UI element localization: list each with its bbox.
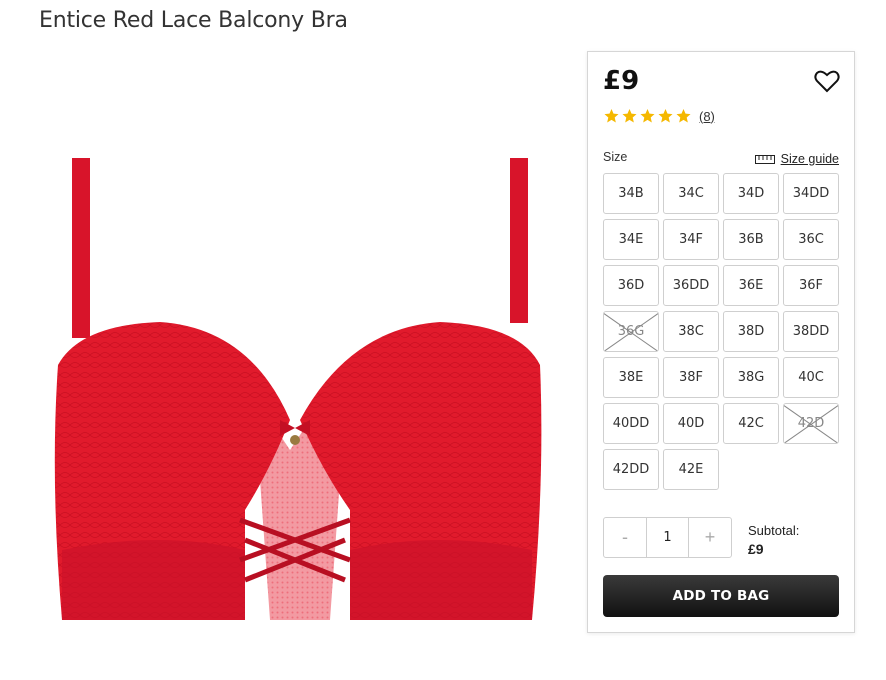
size-option-38c[interactable]: 38C — [663, 311, 719, 352]
purchase-panel: £9 (8) Size Size guide 34B 34C 34D 34DD 34E 3… — [587, 51, 855, 633]
star-icon — [604, 109, 619, 123]
size-option-38g[interactable]: 38G — [723, 357, 779, 398]
star-rating — [603, 108, 692, 124]
size-option-34dd[interactable]: 34DD — [783, 173, 839, 214]
size-option-38f[interactable]: 38F — [663, 357, 719, 398]
size-option-36dd[interactable]: 36DD — [663, 265, 719, 306]
size-guide-label: Size guide — [780, 152, 839, 166]
subtotal-label: Subtotal: — [748, 523, 800, 538]
rating: (8) — [603, 108, 715, 124]
add-to-bag-button[interactable]: ADD TO BAG — [603, 575, 839, 617]
size-grid: 34B 34C 34D 34DD 34E 34F 36B 36C 36D 36DD 36E 36F 36… — [603, 173, 839, 490]
size-option-34b[interactable]: 34B — [603, 173, 659, 214]
size-option-42e[interactable]: 42E — [663, 449, 719, 490]
wishlist-heart-icon[interactable] — [814, 69, 840, 93]
star-icon — [622, 109, 637, 123]
size-option-34d[interactable]: 34D — [723, 173, 779, 214]
price: £9 — [603, 66, 640, 96]
size-option-38e[interactable]: 38E — [603, 357, 659, 398]
size-option-42d[interactable]: 42D — [783, 403, 839, 444]
subtotal-value: £9 — [748, 541, 764, 557]
size-option-40dd[interactable]: 40DD — [603, 403, 659, 444]
size-label: Size — [603, 150, 628, 164]
review-count-link[interactable]: (8) — [699, 109, 715, 124]
size-option-42c[interactable]: 42C — [723, 403, 779, 444]
size-option-40c[interactable]: 40C — [783, 357, 839, 398]
star-icon — [676, 109, 691, 123]
size-option-36e[interactable]: 36E — [723, 265, 779, 306]
size-option-34e[interactable]: 34E — [603, 219, 659, 260]
size-option-38dd[interactable]: 38DD — [783, 311, 839, 352]
star-icon — [658, 109, 673, 123]
subtotal: Subtotal: £9 — [748, 522, 799, 558]
quantity-stepper: - 1 + — [603, 517, 732, 558]
size-option-38d[interactable]: 38D — [723, 311, 779, 352]
quantity-input[interactable]: 1 — [646, 518, 689, 557]
ruler-icon — [754, 154, 775, 164]
star-icon — [640, 109, 655, 123]
product-title: Entice Red Lace Balcony Bra — [39, 8, 348, 33]
size-option-42dd[interactable]: 42DD — [603, 449, 659, 490]
quantity-decrease-button[interactable]: - — [604, 518, 646, 557]
size-guide-link[interactable]: Size guide — [754, 152, 839, 166]
size-option-36d[interactable]: 36D — [603, 265, 659, 306]
size-option-36f[interactable]: 36F — [783, 265, 839, 306]
product-image — [54, 158, 542, 620]
size-option-34c[interactable]: 34C — [663, 173, 719, 214]
size-option-34f[interactable]: 34F — [663, 219, 719, 260]
quantity-increase-button[interactable]: + — [689, 518, 731, 557]
size-option-36b[interactable]: 36B — [723, 219, 779, 260]
size-option-36c[interactable]: 36C — [783, 219, 839, 260]
size-option-40d[interactable]: 40D — [663, 403, 719, 444]
size-option-36g[interactable]: 36G — [603, 311, 659, 352]
